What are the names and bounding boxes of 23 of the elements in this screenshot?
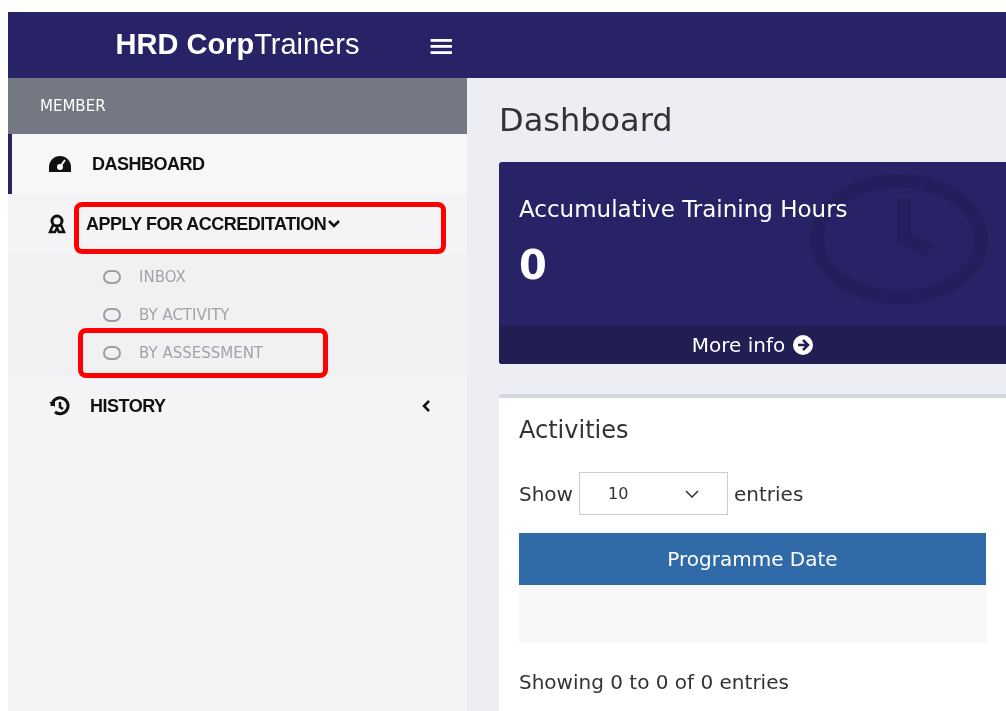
entries-label: entries	[733, 480, 804, 508]
award-icon	[48, 214, 66, 234]
panel-title: Activities	[519, 415, 630, 446]
chevron-down-icon	[684, 489, 699, 498]
stat-title: Accumulative Training Hours	[519, 195, 849, 224]
sidebar-label: DASHBOARD	[92, 152, 205, 176]
section-header: MEMBER	[8, 78, 467, 134]
column-header[interactable]: Programme Date	[519, 533, 986, 585]
stat-value: 0	[519, 244, 548, 285]
page-size-select[interactable]: 10	[578, 472, 728, 515]
show-label: Show	[519, 480, 573, 508]
sidebar-item[interactable]: APPLY FOR ACCREDITATION	[8, 194, 467, 254]
sidebar-label: APPLY FOR ACCREDITATION	[86, 212, 327, 236]
sidebar-item[interactable]: HISTORY	[8, 376, 467, 436]
menu-icon[interactable]: ≡	[427, 28, 456, 62]
more-info-link[interactable]: More info	[499, 326, 1006, 364]
gauge-icon	[48, 155, 72, 173]
arrow-circle-icon	[793, 335, 814, 355]
brand-title: HRD CorpTrainers	[115, 27, 360, 63]
history-icon	[48, 396, 70, 416]
table-info: Showing 0 to 0 of 0 entries	[519, 669, 790, 696]
sidebar-label: HISTORY	[90, 394, 166, 418]
page-title: Dashboard	[499, 100, 674, 141]
